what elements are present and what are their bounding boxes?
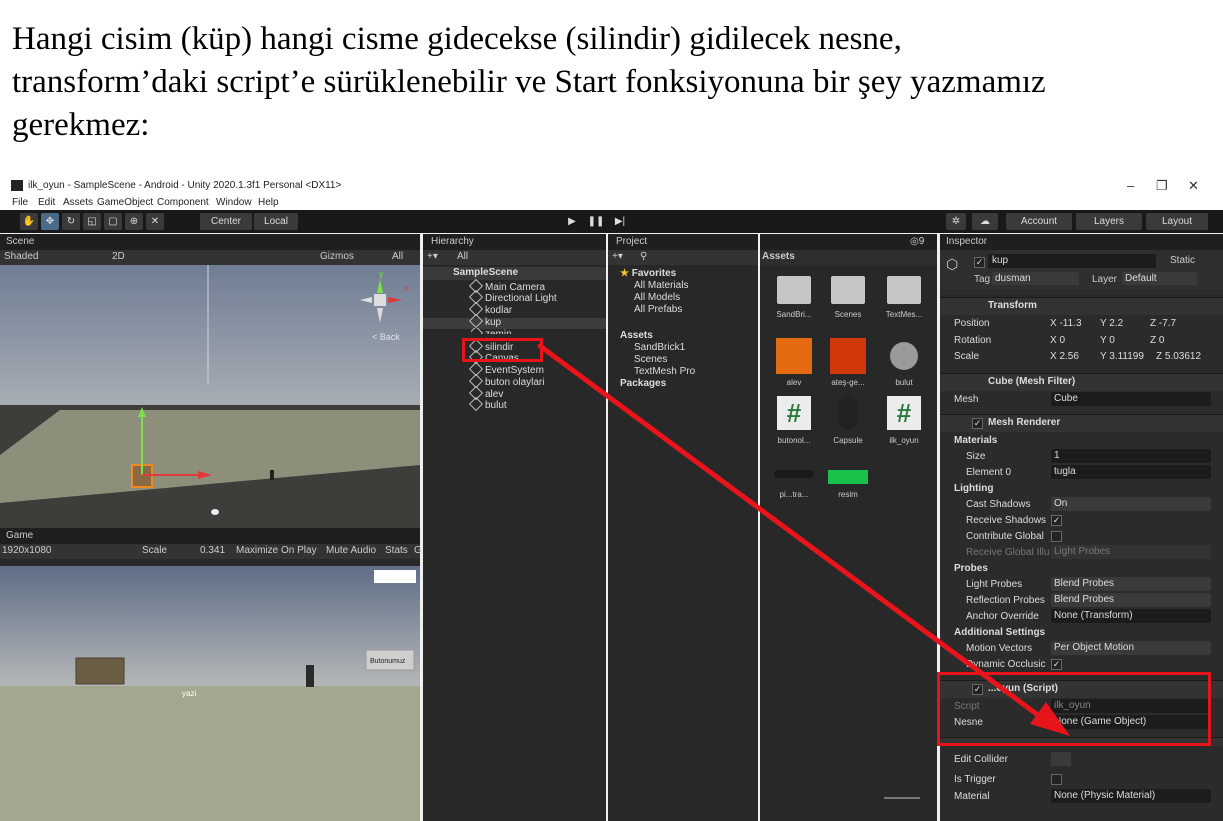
caption-line-3: gerekmez:	[12, 107, 150, 143]
unity-editor-screenshot: ilk_oyun - SampleScene - Android - Unity…	[0, 176, 1223, 821]
arrow-head-icon	[1030, 702, 1070, 736]
caption-line-2: transform’daki script’e sürüklenebilir v…	[12, 64, 1046, 100]
caption-line-1: Hangi cisim (küp) hangi cisme gidecekse …	[12, 21, 902, 57]
drag-arrow	[537, 343, 1070, 736]
caption-text: Hangi cisim (küp) hangi cisme gidecekse …	[12, 18, 1212, 147]
